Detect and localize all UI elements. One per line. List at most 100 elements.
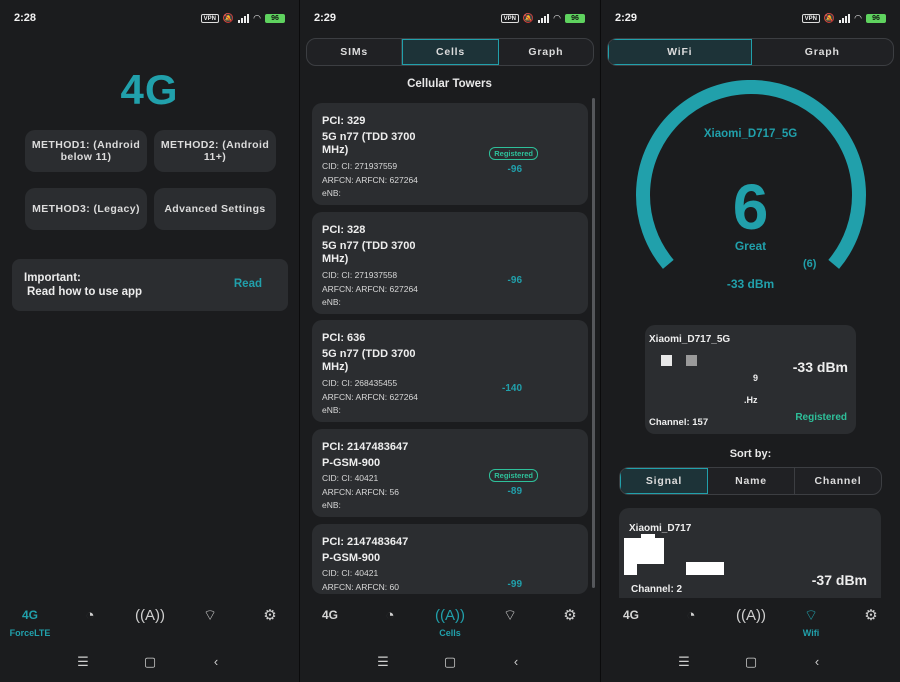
nav-label-wifi: Wifi [802,628,820,638]
connected-network-card[interactable]: Xiaomi_D717_5G -33 dBm 9 .Hz Channel: 15… [645,325,856,434]
sort-tabs: Signal Name Channel [619,467,882,495]
wifi-status-icon: ◠ [253,12,261,23]
wifi-tabs: WiFi Graph [607,38,894,66]
gauge-ssid: Xiaomi_D717_5G [703,128,798,140]
cell-card[interactable]: PCI: 2147483647 P-GSM-900 CID: CI: 40421 AR… [312,429,588,517]
cell-pci: PCI: 2147483647 [322,441,409,453]
vpn-icon: VPN [500,13,519,23]
gauge-score: 6 [732,171,769,243]
nav-forcelte[interactable]: 4G [305,605,355,625]
cell-arfcn: ARFCN: ARFCN: 627264 [322,284,418,294]
back-icon[interactable]: ‹ [807,654,827,669]
network-status: Registered [795,412,847,423]
gauge-dbm: -33 dBm [726,277,775,291]
home-icon[interactable]: ▢ [140,654,160,670]
status-time: 2:28 [14,12,37,24]
signal-icon [238,13,250,23]
back-icon[interactable]: ‹ [506,654,526,669]
cell-cid: CID: CI: 271937559 [322,161,398,171]
tab-graph[interactable]: Graph [752,39,894,65]
4g-icon: 4G [21,608,38,622]
registered-badge: Registered [489,469,538,482]
bottom-nav: 4G ForceLTE ◔ ((A)) ⌔ ⚙ [0,605,299,645]
cell-card[interactable]: PCI: 328 5G n77 (TDD 3700 MHz) CID: CI: 27… [312,212,588,314]
network-list-item[interactable]: Xiaomi_D717 Channel: 2 -37 dBm [619,508,881,598]
nav-forcelte[interactable]: 4G [606,605,656,625]
cell-pci: PCI: 329 [322,115,366,127]
speedometer-icon: ◔ [85,606,95,624]
read-link[interactable]: Read [234,278,262,290]
cell-card[interactable]: PCI: 636 5G n77 (TDD 3700 MHz) CID: CI: 26… [312,320,588,422]
nav-cells[interactable]: ((A)) Cells [425,605,475,639]
back-icon[interactable]: ‹ [206,654,226,669]
cell-tower-icon: ((A)) [736,606,766,624]
nav-settings[interactable]: ⚙ [846,605,896,625]
vpn-icon: VPN [200,13,219,23]
nav-speed[interactable]: ◔ [365,605,415,625]
sort-name[interactable]: Name [708,468,795,494]
network-dbm: -33 dBm [792,359,848,375]
menu-icon[interactable]: ☰ [674,654,694,670]
sort-signal[interactable]: Signal [620,468,708,494]
cell-card[interactable]: PCI: 2147483647 P-GSM-900 CID: CI: 40421 AR… [312,524,588,594]
nav-wifi[interactable]: ⌔ Wifi [786,605,836,639]
cell-cid: CID: CI: 40421 [322,568,379,578]
important-card: Important: Read how to use app Read [12,259,288,311]
4g-icon: 4G [321,608,338,622]
method1-button[interactable]: METHOD1: (Android below 11) [25,130,147,172]
nav-settings[interactable]: ⚙ [545,605,595,625]
cell-cid: CID: CI: 268435455 [322,378,398,388]
sort-channel[interactable]: Channel [795,468,881,494]
important-text: Read how to use app [27,286,143,298]
nav-wifi[interactable]: ⌔ [185,605,235,625]
bottom-nav: 4G ◔ ((A)) Cells ⌔ ⚙ [300,605,599,645]
cell-arfcn: ARFCN: ARFCN: 627264 [322,175,418,185]
home-icon[interactable]: ▢ [741,654,761,670]
menu-icon[interactable]: ☰ [373,654,393,670]
status-bar: 2:29 VPN 🔕 ◠ 96 [300,0,599,34]
screen-forcelte-home: 2:28 VPN 🔕 ◠ 96 4G METHOD1: (Android bel… [0,0,299,682]
tab-cells[interactable]: Cells [402,39,499,65]
status-icons: VPN 🔕 ◠ 96 [801,12,886,24]
4g-icon: 4G [622,608,639,622]
tab-sims[interactable]: SIMs [307,39,403,65]
nav-forcelte[interactable]: 4G ForceLTE [5,605,55,638]
cell-tower-icon: ((A)) [135,606,165,624]
cell-enb: eNB: [322,500,341,510]
menu-icon[interactable]: ☰ [73,654,93,670]
nav-wifi[interactable]: ⌔ [485,605,535,625]
network-channel: Channel: 2 [631,584,683,595]
tab-graph[interactable]: Graph [499,39,593,65]
battery-icon: 96 [866,13,886,23]
cell-pci: PCI: 2147483647 [322,536,409,548]
cell-pci: PCI: 328 [322,224,366,236]
cell-card[interactable]: PCI: 329 5G n77 (TDD 3700 MHz) CID: CI: 27… [312,103,588,205]
redacted-block [641,534,655,538]
advanced-settings-button[interactable]: Advanced Settings [154,188,276,230]
network-frequency: .Hz [744,395,758,405]
home-icon[interactable]: ▢ [440,654,460,670]
nav-speed[interactable]: ◔ [65,605,115,625]
gauge-quality: Great [734,239,767,253]
cell-enb: eNB: [322,405,341,415]
status-icons: VPN 🔕 ◠ 96 [500,12,585,24]
system-nav: ☰ ▢ ‹ [300,654,599,674]
tab-wifi[interactable]: WiFi [608,39,752,65]
redacted-block [686,355,697,366]
nav-cells[interactable]: ((A)) [726,605,776,625]
scrollbar[interactable] [592,98,595,588]
cell-cid: CID: CI: 40421 [322,473,379,483]
cells-tabs: SIMs Cells Graph [306,38,594,66]
nav-cells[interactable]: ((A)) [125,605,175,625]
status-bar: 2:29 VPN 🔕 ◠ 96 [601,0,900,34]
nav-settings[interactable]: ⚙ [245,605,295,625]
gauge-count: (6) [803,258,817,270]
method3-button[interactable]: METHOD3: (Legacy) [25,188,147,230]
cell-cid: CID: CI: 271937558 [322,270,398,280]
method2-button[interactable]: METHOD2: (Android 11+) [154,130,276,172]
nav-speed[interactable]: ◔ [666,605,716,625]
bottom-nav: 4G ◔ ((A)) ⌔ Wifi ⚙ [601,605,900,645]
cell-band: P-GSM-900 [322,457,381,469]
cell-band: 5G n77 (TDD 3700 MHz) [322,131,416,156]
status-icons: VPN 🔕 ◠ 96 [200,12,285,24]
